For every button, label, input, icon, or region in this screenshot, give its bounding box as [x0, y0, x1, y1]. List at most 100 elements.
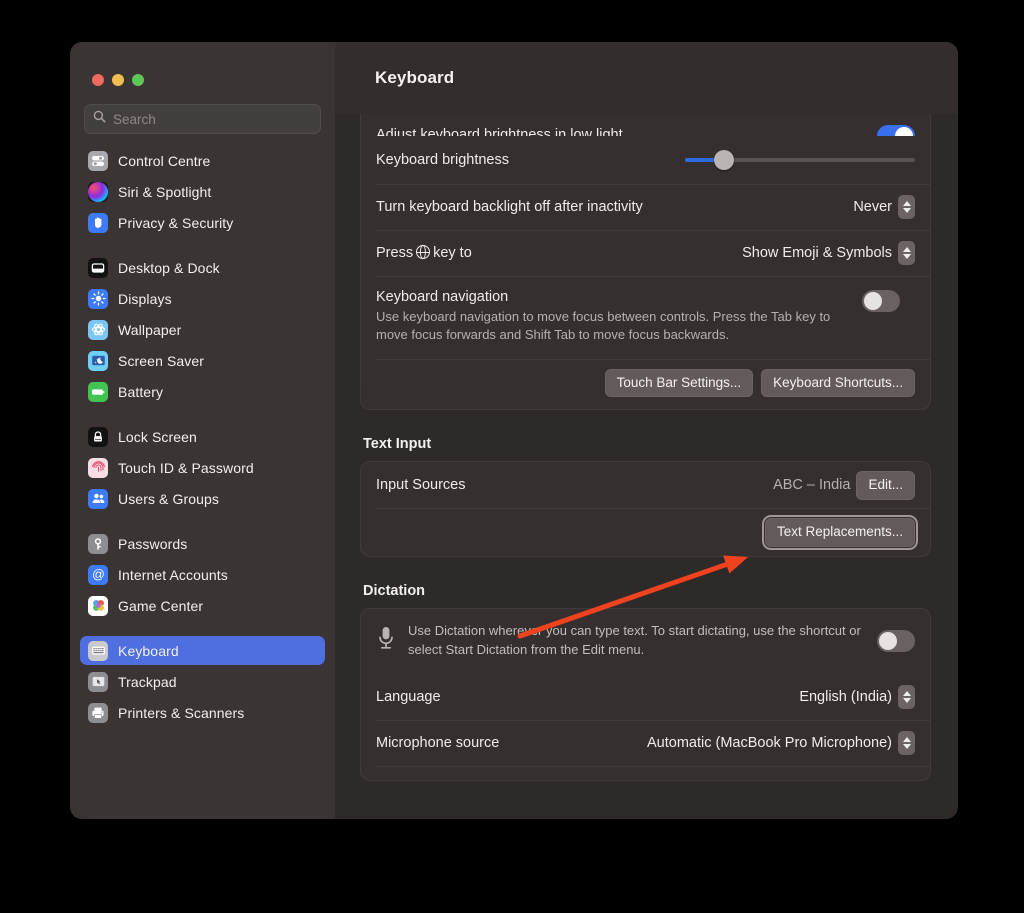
internet-accounts-icon: @: [88, 564, 108, 585]
keyboard-navigation-toggle[interactable]: [862, 290, 900, 312]
input-sources-row: Input Sources ABC – India Edit...: [361, 462, 930, 508]
input-sources-edit-button[interactable]: Edit...: [856, 471, 915, 500]
keyboard-shortcuts-button[interactable]: Keyboard Shortcuts...: [761, 368, 915, 398]
chevron-up-icon: [902, 201, 911, 206]
adjust-brightness-toggle[interactable]: [877, 125, 915, 136]
chevron-up-icon: [902, 247, 911, 252]
sidebar-item-label: Displays: [118, 290, 172, 307]
minimize-button[interactable]: [112, 74, 124, 86]
search-input[interactable]: [113, 111, 312, 127]
chevron-up-icon: [902, 737, 911, 743]
sidebar-item-label: Passwords: [118, 535, 188, 552]
screen-saver-icon: [88, 350, 108, 371]
sidebar-item-trackpad[interactable]: Trackpad: [80, 667, 325, 696]
dictation-toggle[interactable]: [877, 630, 915, 653]
svg-text:@: @: [92, 567, 105, 581]
sidebar-item-keyboard[interactable]: Keyboard: [80, 636, 325, 665]
sidebar-item-label: Printers & Scanners: [118, 704, 245, 721]
sidebar-group: Lock Screen Touch ID & Password Users & Gr…: [80, 422, 325, 529]
sidebar-item-passwords[interactable]: Passwords: [80, 529, 325, 558]
keyboard-navigation-block: Keyboard navigation Use keyboard navigat…: [376, 276, 930, 359]
zoom-button[interactable]: [132, 74, 144, 86]
sidebar-item-displays[interactable]: Displays: [80, 284, 325, 313]
desktop-dock-icon: [88, 257, 108, 278]
sidebar-item-label: Touch ID & Password: [118, 459, 254, 476]
sidebar-item-screen-saver[interactable]: Screen Saver: [80, 346, 325, 375]
globe-key-value: Show Emoji & Symbols: [742, 245, 892, 261]
page-title: Keyboard: [375, 68, 455, 87]
dictation-language-popup[interactable]: [898, 685, 915, 710]
backlight-off-value: Never: [853, 199, 892, 215]
text-replacements-button[interactable]: Text Replacements...: [761, 515, 919, 550]
sidebar-item-internet-accounts[interactable]: @ Internet Accounts: [80, 560, 325, 589]
sidebar-item-wallpaper[interactable]: Wallpaper: [80, 315, 325, 344]
dictation-language-label: Language: [376, 689, 441, 706]
touch-bar-settings-button[interactable]: Touch Bar Settings...: [604, 368, 754, 398]
keyboard-brightness-label: Keyboard brightness: [376, 152, 509, 168]
sidebar-item-label: Internet Accounts: [118, 566, 228, 583]
text-input-section-title: Text Input: [363, 436, 432, 453]
dictation-language-row: Language English (India): [361, 674, 930, 720]
globe-key-popup[interactable]: [898, 241, 915, 265]
globe-key-label: Press key to: [376, 245, 472, 261]
globe-key-label-before: Press: [376, 245, 414, 261]
slider-thumb[interactable]: [714, 150, 735, 170]
keyboard-card-buttons: Touch Bar Settings... Keyboard Shortcuts…: [361, 358, 930, 410]
sidebar: Control Centre Siri & Spotlight Privacy & …: [70, 42, 335, 819]
globe-icon: [415, 245, 431, 259]
touch-id-icon: [88, 457, 108, 478]
backlight-off-row: Turn keyboard backlight off after inacti…: [361, 184, 930, 230]
sidebar-item-printers-scanners[interactable]: Printers & Scanners: [80, 698, 325, 727]
control-centre-icon: [88, 150, 108, 171]
dictation-language-value: English (India): [799, 689, 892, 706]
microphone-source-row: Microphone source Automatic (MacBook Pro…: [361, 720, 930, 766]
chevron-down-icon: [902, 744, 911, 750]
dictation-card: Use Dictation wherever you can type text…: [360, 608, 931, 782]
adjust-brightness-row[interactable]: Adjust keyboard brightness in low light: [361, 114, 930, 136]
globe-key-label-after: key to: [433, 245, 472, 261]
backlight-off-popup[interactable]: [898, 195, 915, 219]
input-sources-label: Input Sources: [376, 477, 466, 494]
sidebar-item-label: Control Centre: [118, 152, 211, 169]
keyboard-brightness-slider[interactable]: [685, 149, 915, 171]
sidebar-item-game-center[interactable]: Game Center: [80, 591, 325, 620]
sidebar-item-desktop-dock[interactable]: Desktop & Dock: [80, 253, 325, 282]
window-controls: [70, 42, 335, 88]
game-center-icon: [88, 595, 108, 616]
sidebar-item-privacy-security[interactable]: Privacy & Security: [80, 208, 325, 237]
search-box[interactable]: [84, 104, 321, 134]
dictation-description-row: Use Dictation wherever you can type text…: [361, 609, 930, 674]
keyboard-icon: [88, 640, 108, 661]
sidebar-item-label: Wallpaper: [118, 321, 182, 338]
sidebar-item-label: Game Center: [118, 597, 204, 614]
sidebar-nav-list: Control Centre Siri & Spotlight Privacy & …: [70, 146, 335, 819]
lock-screen-icon: [88, 426, 108, 447]
sidebar-item-control-centre[interactable]: Control Centre: [80, 146, 325, 175]
chevron-down-icon: [902, 208, 911, 213]
sidebar-item-label: Keyboard: [118, 642, 179, 659]
microphone-source-popup[interactable]: [898, 731, 915, 756]
close-button[interactable]: [92, 74, 104, 86]
dictation-section-title: Dictation: [363, 583, 426, 600]
sidebar-item-label: Siri & Spotlight: [118, 183, 212, 200]
microphone-icon: [376, 625, 396, 658]
sidebar-item-label: Screen Saver: [118, 352, 205, 369]
keyboard-brightness-row: Keyboard brightness: [361, 136, 930, 184]
globe-key-row: Press key to Show Emoji & Symbols: [361, 230, 930, 276]
chevron-down-icon: [902, 254, 911, 259]
text-input-card: Input Sources ABC – India Edit... Text R…: [360, 461, 931, 558]
sidebar-item-users-groups[interactable]: Users & Groups: [80, 484, 325, 513]
toggle-knob: [864, 292, 882, 310]
siri-icon: [88, 181, 108, 202]
toggle-knob: [879, 632, 897, 651]
main-pane: Keyboard Adjust keyboard brightness in l…: [335, 42, 958, 819]
screen: Control Centre Siri & Spotlight Privacy & …: [0, 0, 1024, 913]
chevron-up-icon: [902, 691, 911, 697]
sidebar-item-lock-screen[interactable]: Lock Screen: [80, 422, 325, 451]
keyboard-card: Adjust keyboard brightness in low light …: [360, 114, 931, 411]
sidebar-item-battery[interactable]: Battery: [80, 377, 325, 406]
keyboard-navigation-title: Keyboard navigation: [376, 289, 509, 305]
text-replacements-row: Text Replacements...: [361, 508, 930, 556]
sidebar-item-touch-id-password[interactable]: Touch ID & Password: [80, 453, 325, 482]
sidebar-item-siri-spotlight[interactable]: Siri & Spotlight: [80, 177, 325, 206]
